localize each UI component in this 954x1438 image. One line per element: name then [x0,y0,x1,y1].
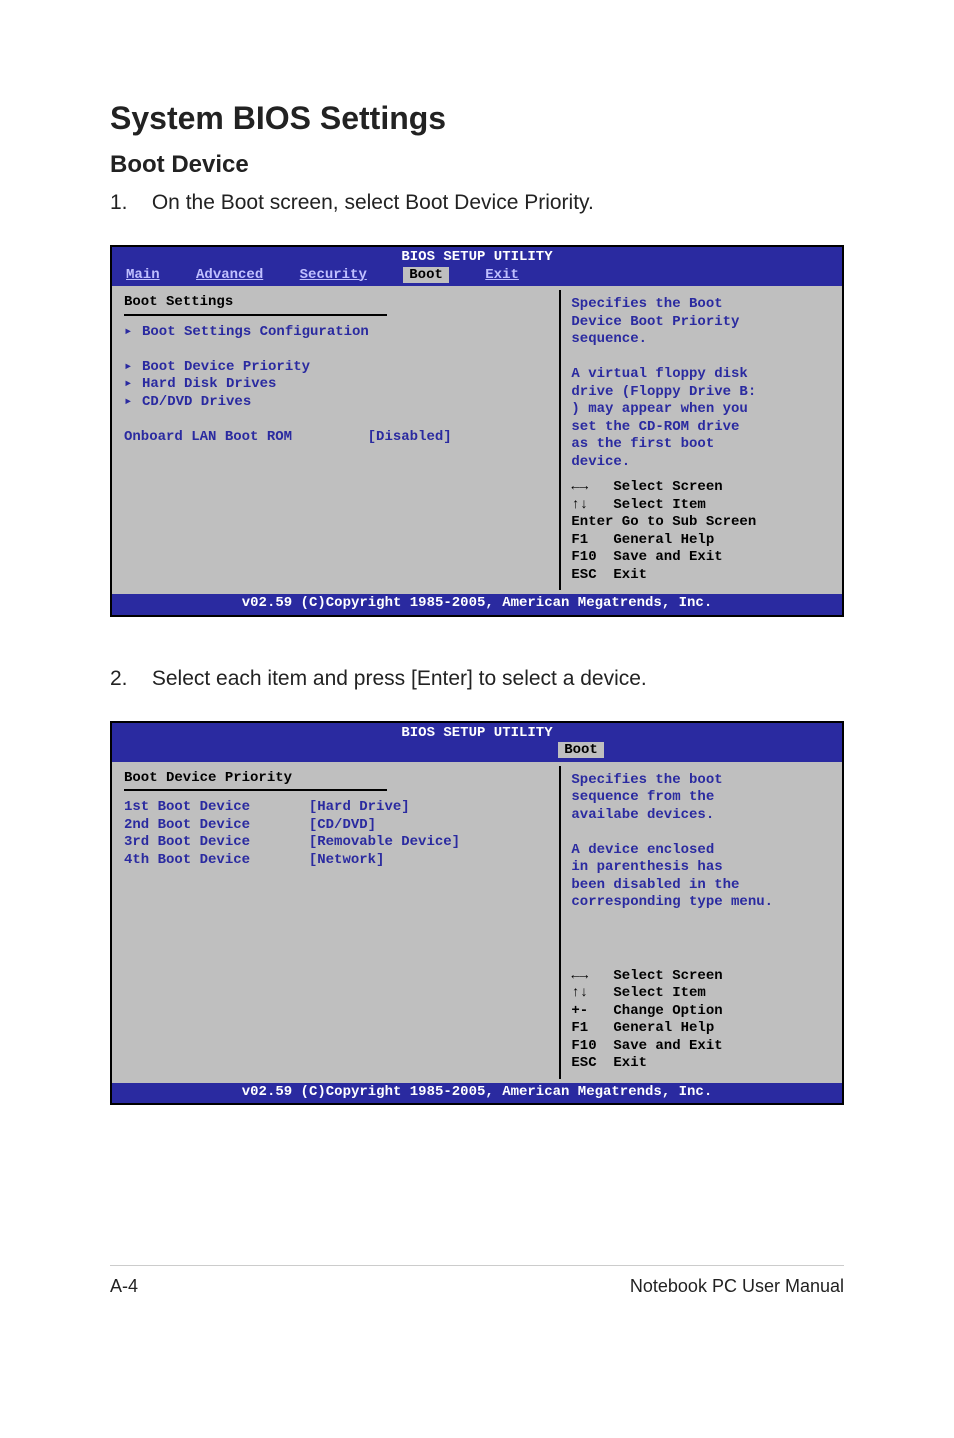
step-two-number: 2. [110,667,146,691]
bios-copyright-bar: v02.59 (C)Copyright 1985-2005, American … [112,594,842,615]
bios-2nd-boot-value[interactable]: [CD/DVD] [309,817,376,833]
bios-panel-title: Boot Settings [124,294,547,312]
bios-panel-title: Boot Device Priority [124,770,547,788]
bios-key-hint: ESC Exit [571,567,828,585]
bios-1st-boot-value[interactable]: [Hard Drive] [309,799,410,815]
bios-3rd-boot-value[interactable]: [Removable Device] [309,834,460,850]
footer-divider [110,1265,844,1266]
bios-key-hint: ←→ Select Screen [571,968,828,986]
divider [124,314,387,316]
submenu-arrow-icon: ▸ [124,359,142,377]
submenu-arrow-icon: ▸ [124,376,142,394]
bios-key-hint: F10 Save and Exit [571,549,828,567]
bios-key-hint: ↑↓ Select Item [571,985,828,1003]
bios-4th-boot-value[interactable]: [Network] [309,852,385,868]
bios-key-hint: +- Change Option [571,1003,828,1021]
bios-item-settings-config[interactable]: Boot Settings Configuration [142,324,369,340]
bios-item-boot-device-priority[interactable]: Boot Device Priority [142,359,310,375]
bios-screenshot-boot-device-priority: BIOS SETUP UTILITY Boot Boot Device Prio… [110,721,844,1106]
bios-key-hint: Enter Go to Sub Screen [571,514,828,532]
section-subtitle: Boot Device [110,151,844,179]
bios-tab-main[interactable]: Main [126,267,160,283]
bios-option-lan-rom-value[interactable]: [Disabled] [368,429,452,445]
page-number: A-4 [110,1276,138,1297]
section-title: System BIOS Settings [110,100,844,137]
bios-tab-row: Main Advanced Security Boot Exit [112,267,842,287]
bios-tab-row: Boot [112,742,842,762]
bios-screenshot-boot-settings: BIOS SETUP UTILITY Main Advanced Securit… [110,245,844,617]
bios-4th-boot-label[interactable]: 4th Boot Device [124,852,250,868]
bios-2nd-boot-label[interactable]: 2nd Boot Device [124,817,250,833]
bios-tab-boot[interactable]: Boot [558,742,604,758]
bios-key-hint: F1 General Help [571,532,828,550]
bios-help-text: Specifies the Boot Device Boot Priority … [571,296,828,471]
bios-help-text: Specifies the boot sequence from the ava… [571,772,828,912]
bios-1st-boot-label[interactable]: 1st Boot Device [124,799,250,815]
bios-title-bar: BIOS SETUP UTILITY [112,247,842,267]
bios-item-cd-dvd-drives[interactable]: CD/DVD Drives [142,394,251,410]
bios-tab-exit[interactable]: Exit [485,267,519,283]
bios-tab-advanced[interactable]: Advanced [196,267,263,283]
submenu-arrow-icon: ▸ [124,324,142,342]
bios-tab-security[interactable]: Security [300,267,367,283]
bios-key-hint: F1 General Help [571,1020,828,1038]
submenu-arrow-icon: ▸ [124,394,142,412]
bios-key-hint: ESC Exit [571,1055,828,1073]
bios-copyright-bar: v02.59 (C)Copyright 1985-2005, American … [112,1083,842,1104]
bios-3rd-boot-label[interactable]: 3rd Boot Device [124,834,250,850]
bios-tab-boot[interactable]: Boot [403,267,449,283]
step-two: 2. Select each item and press [Enter] to… [110,667,844,691]
bios-item-hard-disk-drives[interactable]: Hard Disk Drives [142,376,276,392]
bios-title-bar: BIOS SETUP UTILITY [112,723,842,743]
divider [124,789,387,791]
footer-title: Notebook PC User Manual [630,1276,844,1297]
bios-key-hint: ↑↓ Select Item [571,497,828,515]
bios-key-hint: F10 Save and Exit [571,1038,828,1056]
step-one-number: 1. [110,191,146,215]
step-two-text: Select each item and press [Enter] to se… [152,667,647,690]
step-one: 1. On the Boot screen, select Boot Devic… [110,191,844,215]
step-one-text: On the Boot screen, select Boot Device P… [152,191,594,214]
bios-key-hint: ←→ Select Screen [571,479,828,497]
bios-option-lan-rom-label[interactable]: Onboard LAN Boot ROM [124,429,292,445]
